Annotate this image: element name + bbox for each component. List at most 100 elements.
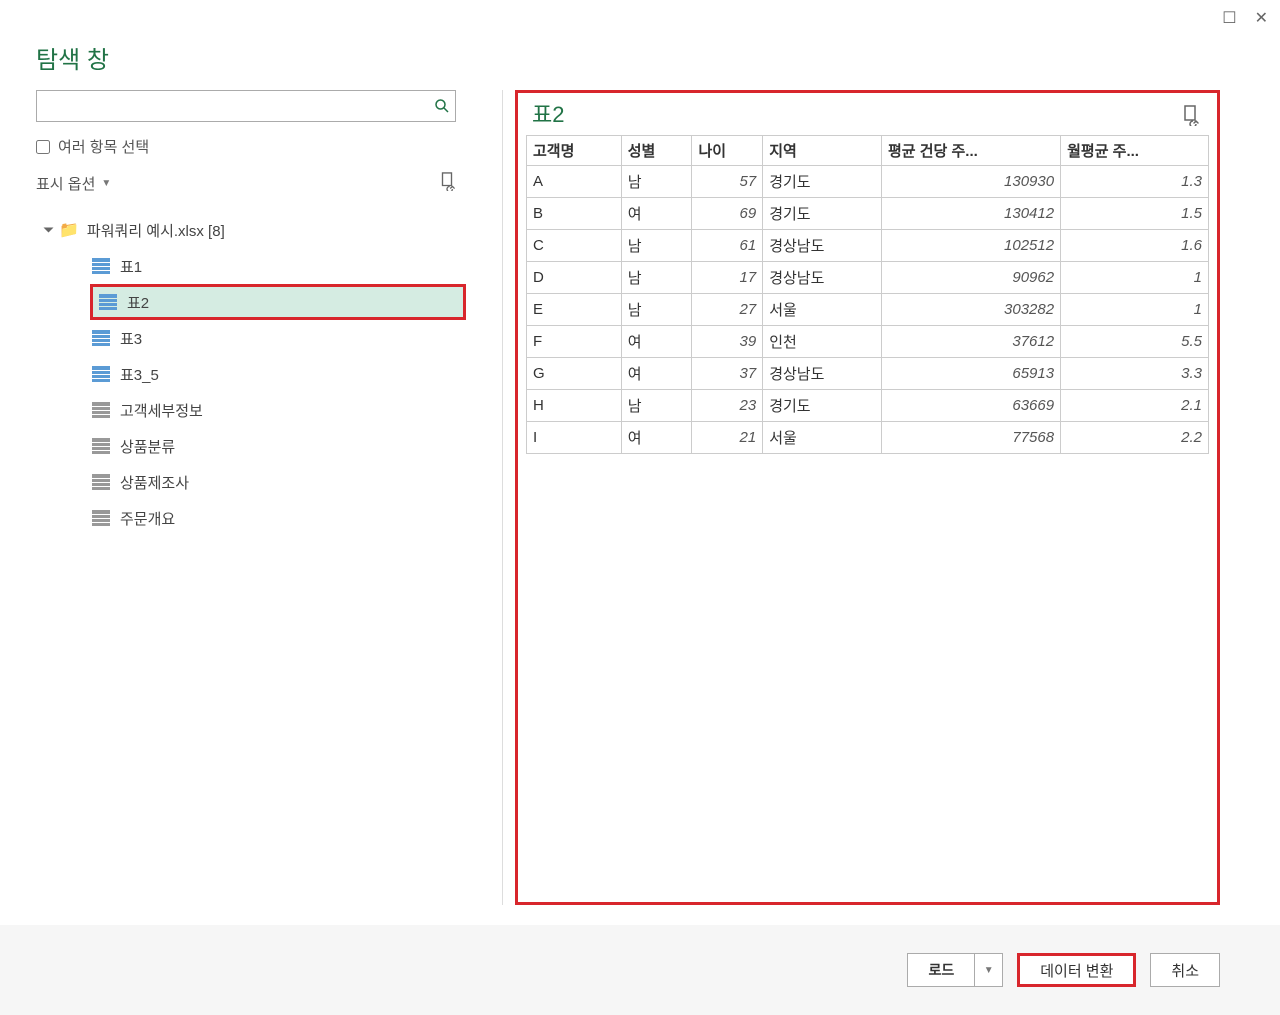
table-cell: 1.3	[1061, 166, 1209, 198]
tree-item[interactable]: 표1	[72, 248, 466, 284]
table-cell: 경상남도	[763, 358, 882, 390]
column-header[interactable]: 월평균 주...	[1061, 136, 1209, 166]
tree-item[interactable]: 상품분류	[72, 428, 466, 464]
table-cell: H	[527, 390, 622, 422]
tree-root-label: 파워쿼리 예시.xlsx [8]	[87, 220, 225, 241]
table-cell: 남	[621, 294, 692, 326]
table-cell: 남	[621, 390, 692, 422]
table-row[interactable]: A남57경기도1309301.3	[527, 166, 1209, 198]
table-icon	[92, 330, 110, 346]
table-cell: 경기도	[763, 390, 882, 422]
multi-select-label: 여러 항목 선택	[58, 136, 149, 157]
navigator-panel: 여러 항목 선택 표시 옵션 ▼ 📁 파워쿼리 예시.xlsx [8] 표	[36, 90, 466, 905]
maximize-icon[interactable]: ☐	[1222, 8, 1236, 28]
table-cell: F	[527, 326, 622, 358]
table-cell: 63669	[881, 390, 1060, 422]
preview-table: 고객명성별나이지역평균 건당 주...월평균 주... A남57경기도13093…	[526, 135, 1209, 454]
table-row[interactable]: E남27서울3032821	[527, 294, 1209, 326]
sheet-icon	[92, 402, 110, 418]
table-cell: 69	[692, 198, 763, 230]
close-icon[interactable]: ✕	[1255, 8, 1268, 28]
table-cell: 23	[692, 390, 763, 422]
column-header[interactable]: 평균 건당 주...	[881, 136, 1060, 166]
table-cell: 남	[621, 230, 692, 262]
sheet-icon	[92, 438, 110, 454]
table-row[interactable]: I여21서울775682.2	[527, 422, 1209, 454]
table-cell: D	[527, 262, 622, 294]
tree-item-label: 표1	[120, 256, 142, 277]
vertical-divider	[502, 90, 503, 905]
display-options-label: 표시 옵션	[36, 173, 95, 194]
tree-item[interactable]: 고객세부정보	[72, 392, 466, 428]
table-cell: 여	[621, 198, 692, 230]
column-header[interactable]: 나이	[692, 136, 763, 166]
table-cell: G	[527, 358, 622, 390]
table-cell: 남	[621, 262, 692, 294]
chevron-down-icon: ▼	[984, 965, 994, 976]
tree-item-label: 주문개요	[120, 508, 175, 529]
table-cell: 경기도	[763, 198, 882, 230]
search-box	[36, 90, 456, 122]
table-cell: 1	[1061, 294, 1209, 326]
column-header[interactable]: 고객명	[527, 136, 622, 166]
tree-item[interactable]: 표3	[72, 320, 466, 356]
table-cell: 1	[1061, 262, 1209, 294]
table-cell: 1.6	[1061, 230, 1209, 262]
display-options-dropdown[interactable]: 표시 옵션 ▼	[36, 173, 111, 194]
table-cell: A	[527, 166, 622, 198]
window-controls: ☐ ✕	[1222, 8, 1268, 28]
table-cell: 21	[692, 422, 763, 454]
table-cell: 130412	[881, 198, 1060, 230]
load-button[interactable]: 로드	[907, 953, 975, 987]
search-input[interactable]	[37, 91, 429, 121]
table-cell: B	[527, 198, 622, 230]
tree-item[interactable]: 주문개요	[72, 500, 466, 536]
table-row[interactable]: F여39인천376125.5	[527, 326, 1209, 358]
search-icon[interactable]	[429, 98, 455, 114]
table-cell: 39	[692, 326, 763, 358]
table-cell: 1.5	[1061, 198, 1209, 230]
table-cell: 경상남도	[763, 262, 882, 294]
table-row[interactable]: H남23경기도636692.1	[527, 390, 1209, 422]
tree-item-label: 표3_5	[120, 364, 159, 385]
chevron-down-icon: ▼	[101, 178, 111, 189]
table-icon	[92, 258, 110, 274]
table-row[interactable]: C남61경상남도1025121.6	[527, 230, 1209, 262]
multi-select-input[interactable]	[36, 140, 50, 154]
table-cell: E	[527, 294, 622, 326]
table-cell: 37	[692, 358, 763, 390]
tree-item-label: 표3	[120, 328, 142, 349]
refresh-small-icon[interactable]	[438, 171, 456, 196]
table-row[interactable]: B여69경기도1304121.5	[527, 198, 1209, 230]
table-cell: 서울	[763, 294, 882, 326]
table-cell: 27	[692, 294, 763, 326]
tree-item[interactable]: 상품제조사	[72, 464, 466, 500]
table-cell: 57	[692, 166, 763, 198]
table-cell: I	[527, 422, 622, 454]
table-cell: 130930	[881, 166, 1060, 198]
dialog-footer: 로드 ▼ 데이터 변환 취소	[0, 925, 1280, 1015]
column-header[interactable]: 성별	[621, 136, 692, 166]
sheet-icon	[92, 474, 110, 490]
multi-select-checkbox[interactable]: 여러 항목 선택	[36, 136, 466, 157]
table-cell: 경기도	[763, 166, 882, 198]
table-cell: 경상남도	[763, 230, 882, 262]
table-row[interactable]: G여37경상남도659133.3	[527, 358, 1209, 390]
tree-item[interactable]: 표2	[90, 284, 466, 320]
cancel-button[interactable]: 취소	[1150, 953, 1220, 987]
table-cell: 77568	[881, 422, 1060, 454]
preview-panel: 표2 고객명성별나이지역평균 건당 주...월평균 주... A남57경기도13…	[515, 90, 1220, 905]
column-header[interactable]: 지역	[763, 136, 882, 166]
table-cell: 61	[692, 230, 763, 262]
tree-root-node[interactable]: 📁 파워쿼리 예시.xlsx [8]	[46, 212, 466, 248]
table-cell: 17	[692, 262, 763, 294]
tree-item-label: 고객세부정보	[120, 400, 203, 421]
load-dropdown-button[interactable]: ▼	[975, 953, 1003, 987]
folder-icon: 📁	[59, 220, 79, 240]
table-cell: 여	[621, 326, 692, 358]
source-tree: 📁 파워쿼리 예시.xlsx [8] 표1 표2 표3 표3_5 고객세부정보상품분류상…	[36, 212, 466, 536]
transform-data-button[interactable]: 데이터 변환	[1017, 953, 1136, 987]
table-row[interactable]: D남17경상남도909621	[527, 262, 1209, 294]
table-cell: C	[527, 230, 622, 262]
tree-item[interactable]: 표3_5	[72, 356, 466, 392]
